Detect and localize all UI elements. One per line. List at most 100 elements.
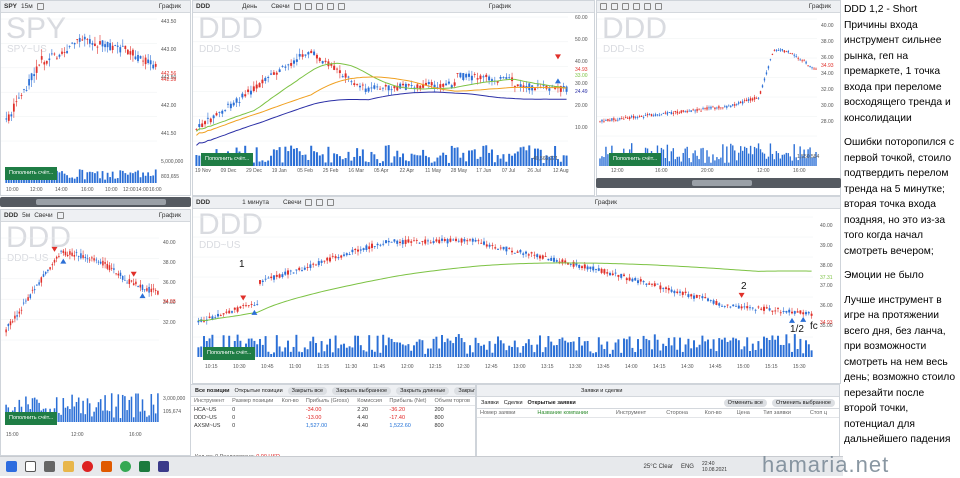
- candle: [513, 252, 516, 254]
- chrome-icon[interactable]: [120, 461, 131, 472]
- deposit-button[interactable]: Пополнить счёт...: [201, 153, 254, 166]
- close-short-button[interactable]: Закрыть короткие: [454, 386, 475, 395]
- column-header[interactable]: Инструмент: [191, 397, 230, 406]
- windows-start-icon[interactable]: [6, 461, 17, 472]
- time-scrollbar[interactable]: [596, 178, 841, 188]
- candle: [214, 314, 217, 319]
- weather-label[interactable]: 25°C Clear: [644, 464, 673, 470]
- ddd-ext-candles: [597, 18, 817, 166]
- table-row[interactable]: HCA~US 0 -34.00 2.20 -36.20 200: [191, 406, 475, 415]
- column-header[interactable]: Инструмент: [612, 409, 664, 418]
- candle: [561, 258, 564, 266]
- app-icon[interactable]: [158, 461, 169, 472]
- office-icon[interactable]: [101, 461, 112, 472]
- opera-icon[interactable]: [82, 461, 93, 472]
- candle: [324, 57, 327, 64]
- deposit-button[interactable]: Пополнить счёт...: [5, 412, 58, 425]
- candle: [670, 286, 673, 294]
- deposit-button[interactable]: Пополнить счёт...: [5, 167, 58, 180]
- exit-annotation: 1/2: [790, 324, 804, 335]
- volume-bar: [312, 336, 315, 357]
- candle: [94, 36, 96, 47]
- volume-bar: [769, 143, 772, 166]
- candle: [275, 70, 278, 80]
- price-label: 443.00: [161, 47, 177, 53]
- volume-bar: [149, 175, 152, 183]
- candle: [701, 293, 704, 301]
- language-label[interactable]: ENG: [681, 464, 694, 470]
- candle: [350, 79, 353, 86]
- deposit-button[interactable]: Пополнить счёт...: [609, 153, 662, 166]
- volume-bar: [341, 159, 344, 166]
- tab-deals[interactable]: Сделки: [504, 400, 523, 406]
- folder-icon[interactable]: [63, 461, 74, 472]
- column-header[interactable]: Размер позиции: [229, 397, 279, 406]
- candle: [126, 49, 129, 56]
- candle: [499, 244, 502, 251]
- tab-all-positions[interactable]: Все позиции: [195, 388, 230, 394]
- tab-orders[interactable]: Заявки: [481, 400, 499, 406]
- column-header[interactable]: Прибыль (Gross): [302, 397, 355, 406]
- cancel-selected-button[interactable]: Отменить выбранное: [772, 398, 835, 407]
- tab-open-orders[interactable]: Открытые заявки: [528, 400, 576, 406]
- table-row[interactable]: AXSM~US 0 1,527.00 4.40 1,522.60 800: [191, 422, 475, 430]
- column-header[interactable]: Комиссия: [354, 397, 387, 406]
- column-header[interactable]: Сторона: [663, 409, 702, 418]
- column-header[interactable]: Цена: [733, 409, 761, 418]
- deposit-button[interactable]: Пополнить счёт...: [203, 347, 256, 360]
- volume-bar: [441, 335, 443, 357]
- candle: [424, 78, 427, 86]
- candle: [149, 55, 152, 71]
- column-header[interactable]: Прибыль (Net): [386, 397, 432, 406]
- volume-bar: [154, 169, 157, 183]
- volume-bar: [401, 344, 404, 357]
- candle: [736, 103, 738, 107]
- volume-bar: [126, 174, 129, 183]
- close-long-button[interactable]: Закрыть длинные: [396, 386, 450, 395]
- close-selected-button[interactable]: Закрыть выбранное: [332, 386, 392, 395]
- candle: [687, 291, 690, 299]
- close-all-button[interactable]: Закрыть все: [287, 386, 328, 395]
- candle: [807, 310, 810, 316]
- volume-bar: [476, 158, 479, 166]
- table-row[interactable]: DDD~US 0 -13.00 4.40 -17.40 800: [191, 414, 475, 422]
- volume-bar: [648, 340, 651, 357]
- volume-bar: [513, 340, 516, 357]
- clock[interactable]: 22:40 10.08.2021: [702, 461, 727, 473]
- candle: [247, 304, 250, 308]
- candle: [139, 280, 142, 292]
- column-header[interactable]: Объем торгов: [431, 397, 475, 406]
- time-scrollbar[interactable]: [0, 197, 191, 207]
- volume-bar: [516, 347, 519, 357]
- candle: [55, 255, 58, 263]
- volume-bar: [336, 154, 339, 166]
- volume-bar: [684, 148, 686, 166]
- volume-bar: [460, 338, 463, 357]
- column-header[interactable]: Кол-во: [701, 409, 734, 418]
- app-icon[interactable]: [139, 461, 150, 472]
- time-label: 13:00: [513, 364, 526, 370]
- candle: [259, 279, 261, 286]
- candle: [623, 116, 625, 120]
- taskview-icon[interactable]: [44, 461, 55, 472]
- candle: [226, 101, 230, 108]
- column-header[interactable]: Стоп ц: [806, 409, 839, 418]
- candle: [497, 248, 499, 250]
- volume-bar: [104, 179, 106, 183]
- column-header[interactable]: Номер заявки: [477, 409, 535, 418]
- volume-bar: [542, 162, 545, 166]
- column-header[interactable]: Тип заявки: [760, 409, 807, 418]
- column-header[interactable]: Название компании: [534, 409, 613, 418]
- tab-open-positions[interactable]: Открытые позиции: [235, 388, 283, 394]
- volume-bar: [264, 161, 267, 166]
- candle: [797, 56, 799, 61]
- candle: [706, 105, 708, 111]
- column-header[interactable]: Кол-во: [278, 397, 303, 406]
- candle: [304, 54, 307, 58]
- candle: [782, 307, 785, 314]
- search-icon[interactable]: [25, 461, 36, 472]
- volume-bar: [129, 172, 132, 183]
- cancel-all-button[interactable]: Отменить все: [723, 398, 767, 407]
- volume-bar: [732, 337, 735, 357]
- candle: [738, 100, 740, 106]
